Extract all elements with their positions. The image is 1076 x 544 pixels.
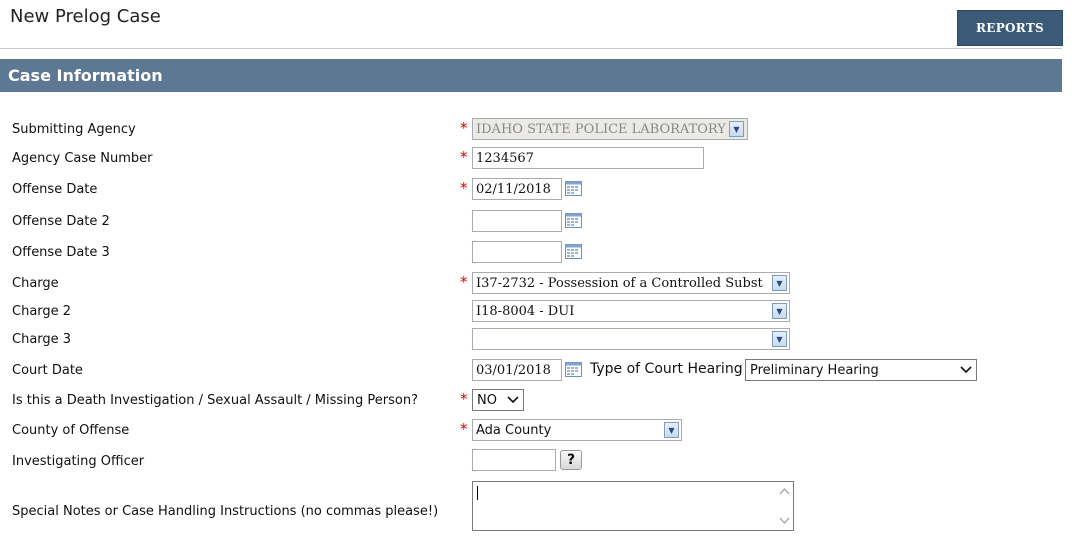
section-header: Case Information xyxy=(0,59,1062,92)
required-marker: * xyxy=(460,273,468,291)
row-charge-2: Charge 2 I18-8004 - DUI ▼ xyxy=(0,299,1062,327)
offense-date-input[interactable]: 02/11/2018 xyxy=(472,178,562,200)
row-charge: Charge * I37-2732 - Possession of a Cont… xyxy=(0,271,1062,299)
charge-select[interactable]: I37-2732 - Possession of a Controlled Su… xyxy=(472,272,790,294)
page-title: New Prelog Case xyxy=(10,6,161,27)
death-investigation-label: Is this a Death Investigation / Sexual A… xyxy=(12,393,419,408)
help-button[interactable]: ? xyxy=(560,450,582,470)
calendar-icon[interactable] xyxy=(565,362,583,378)
county-label: County of Offense xyxy=(12,423,130,438)
top-bar: New Prelog Case REPORTS xyxy=(0,0,1076,50)
agency-case-number-value: 1234567 xyxy=(476,150,534,166)
hearing-type-label: Type of Court Hearing xyxy=(590,361,743,377)
agency-case-number-label: Agency Case Number xyxy=(12,151,153,166)
investigating-officer-label: Investigating Officer xyxy=(12,454,145,469)
special-notes-label: Special Notes or Case Handling Instructi… xyxy=(12,504,439,519)
offense-date-2-input[interactable] xyxy=(472,210,562,232)
offense-date-3-input[interactable] xyxy=(472,241,562,263)
chevron-down-icon xyxy=(507,396,519,404)
county-value: Ada County xyxy=(476,422,552,438)
special-notes-textarea[interactable] xyxy=(472,481,794,531)
row-submitting-agency: Submitting Agency * IDAHO STATE POLICE L… xyxy=(0,117,1062,145)
court-date-label: Court Date xyxy=(12,363,83,378)
agency-case-number-input[interactable]: 1234567 xyxy=(472,147,704,169)
county-select[interactable]: Ada County xyxy=(472,419,682,441)
row-offense-date: Offense Date * 02/11/2018 xyxy=(0,177,1062,205)
help-icon: ? xyxy=(566,452,576,468)
chevron-down-icon[interactable]: ▼ xyxy=(664,422,679,438)
chevron-down-icon xyxy=(960,366,972,374)
death-investigation-select[interactable]: NO xyxy=(472,389,524,411)
offense-date-2-label: Offense Date 2 xyxy=(12,214,110,229)
death-investigation-value: NO xyxy=(477,392,497,408)
chevron-down-icon[interactable]: ▼ xyxy=(772,331,787,347)
calendar-icon[interactable] xyxy=(565,244,583,260)
row-investigating-officer: Investigating Officer ? xyxy=(0,448,1062,476)
divider xyxy=(0,48,1062,49)
text-caret xyxy=(477,486,478,500)
required-marker: * xyxy=(460,390,468,408)
row-offense-date-3: Offense Date 3 xyxy=(0,240,1062,268)
court-date-input[interactable]: 03/01/2018 xyxy=(472,359,562,381)
submitting-agency-select[interactable]: IDAHO STATE POLICE LABORATORY xyxy=(472,118,748,140)
row-death-investigation: Is this a Death Investigation / Sexual A… xyxy=(0,387,1062,415)
hearing-type-select[interactable]: Preliminary Hearing xyxy=(745,359,977,381)
offense-date-value: 02/11/2018 xyxy=(476,181,551,197)
calendar-icon[interactable] xyxy=(565,213,583,229)
investigating-officer-input[interactable] xyxy=(472,449,556,471)
reports-button[interactable]: REPORTS xyxy=(957,10,1063,46)
charge-3-select[interactable] xyxy=(472,328,790,350)
chevron-down-icon[interactable]: ▼ xyxy=(729,121,744,137)
scrollbar[interactable] xyxy=(776,482,793,530)
submitting-agency-label: Submitting Agency xyxy=(12,122,136,137)
chevron-down-icon[interactable]: ▼ xyxy=(772,303,787,319)
row-charge-3: Charge 3 ▼ xyxy=(0,327,1062,355)
offense-date-3-label: Offense Date 3 xyxy=(12,245,110,260)
hearing-type-value: Preliminary Hearing xyxy=(750,362,879,378)
row-county: County of Offense * Ada County ▼ xyxy=(0,418,1062,446)
submitting-agency-value: IDAHO STATE POLICE LABORATORY xyxy=(476,121,726,137)
charge-label: Charge xyxy=(12,276,59,291)
charge-3-label: Charge 3 xyxy=(12,332,72,347)
row-court-date: Court Date 03/01/2018 Type of Court Hear… xyxy=(0,357,1062,385)
charge-2-label: Charge 2 xyxy=(12,304,72,319)
required-marker: * xyxy=(460,148,468,166)
chevron-down-icon[interactable]: ▼ xyxy=(772,275,787,291)
required-marker: * xyxy=(460,420,468,438)
required-marker: * xyxy=(460,179,468,197)
charge-2-value: I18-8004 - DUI xyxy=(476,303,575,319)
section-title: Case Information xyxy=(8,66,163,85)
charge-value: I37-2732 - Possession of a Controlled Su… xyxy=(476,275,763,291)
row-agency-case-number: Agency Case Number * 1234567 xyxy=(0,146,1062,174)
required-marker: * xyxy=(460,119,468,137)
offense-date-label: Offense Date xyxy=(12,182,98,197)
row-offense-date-2: Offense Date 2 xyxy=(0,209,1062,237)
calendar-icon[interactable] xyxy=(565,181,583,197)
court-date-value: 03/01/2018 xyxy=(476,362,551,378)
charge-2-select[interactable]: I18-8004 - DUI xyxy=(472,300,790,322)
